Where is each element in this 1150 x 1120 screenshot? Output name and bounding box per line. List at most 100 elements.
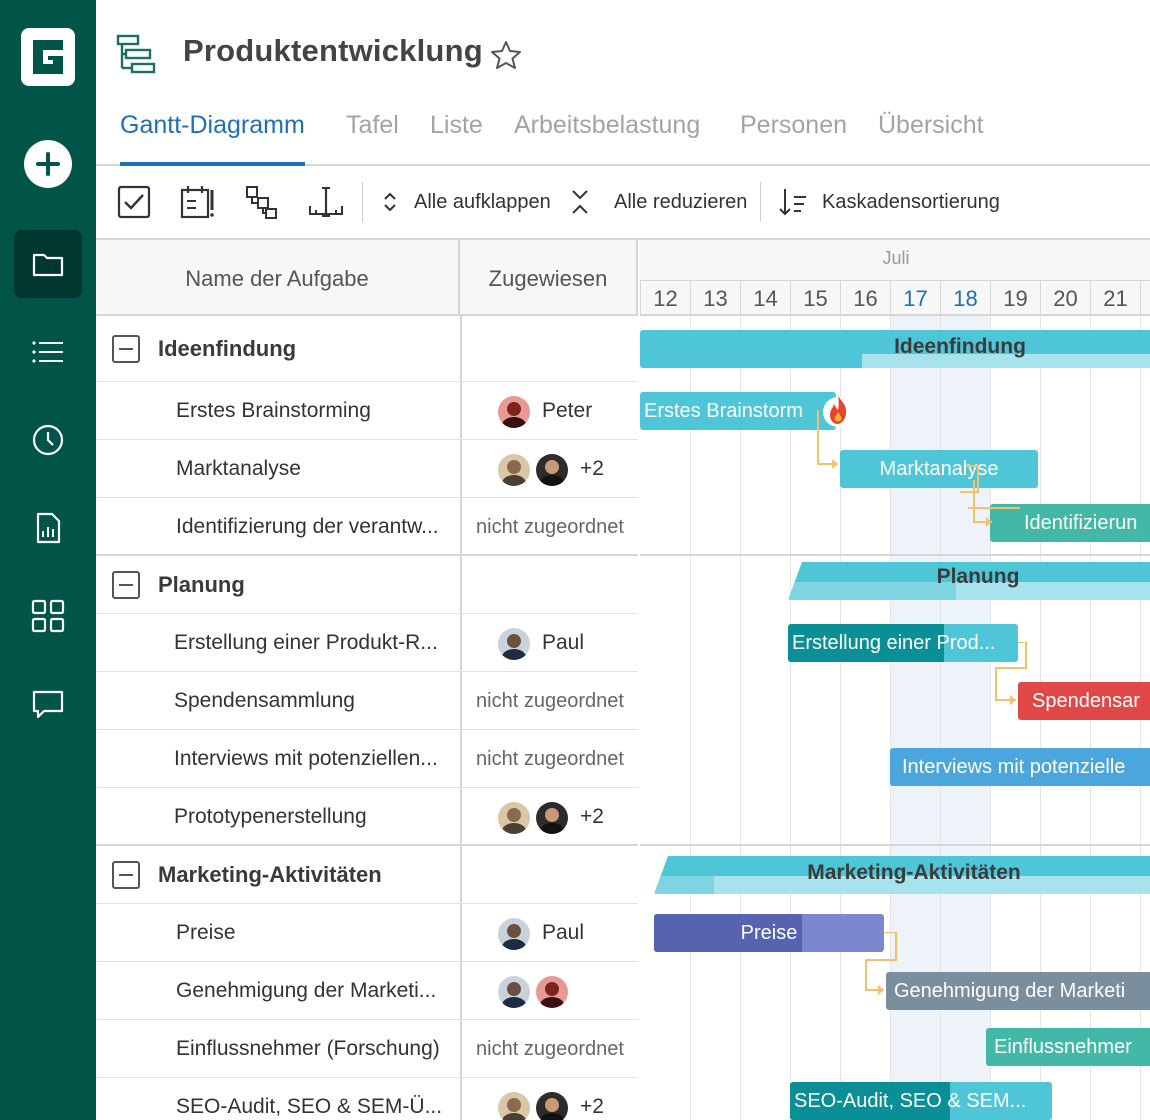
- task-row[interactable]: Erstellung einer Produkt-R... Paul: [96, 614, 638, 672]
- view-tabs: Gantt-Diagramm Tafel Liste Arbeitsbelast…: [96, 108, 1150, 166]
- tab-board[interactable]: Tafel: [346, 108, 399, 164]
- gantt-task-bar[interactable]: Genehmigung der Marketi: [886, 972, 1150, 1010]
- gantt-task-bar[interactable]: Erstellung einer Prod...: [788, 624, 1018, 662]
- task-name[interactable]: Identifizierung der verantw...: [176, 498, 458, 556]
- task-name[interactable]: Prototypenerstellung: [174, 788, 456, 846]
- create-new-button[interactable]: [24, 140, 72, 188]
- group-row[interactable]: Planung: [96, 556, 638, 614]
- clock-icon: [32, 424, 64, 456]
- task-list: Ideenfindung Erstes Brainstorming Peter …: [96, 316, 638, 1120]
- chat-nav[interactable]: [14, 670, 82, 738]
- group-name: Planung: [158, 572, 245, 597]
- collapse-toggle[interactable]: [112, 861, 140, 889]
- favorite-star-icon[interactable]: [490, 40, 522, 70]
- assignee-cell[interactable]: nicht zugeordnet: [462, 498, 638, 556]
- more-assignees-count[interactable]: +2: [580, 805, 604, 829]
- task-row[interactable]: Genehmigung der Marketi...: [96, 962, 638, 1020]
- avatar-body: [502, 939, 526, 950]
- more-assignees-count[interactable]: +2: [580, 1095, 604, 1119]
- tab-workload[interactable]: Arbeitsbelastung: [514, 108, 700, 164]
- task-row[interactable]: Interviews mit potenziellen... nicht zug…: [96, 730, 638, 788]
- more-assignees-count[interactable]: +2: [580, 457, 604, 481]
- task-row[interactable]: Prototypenerstellung +2: [96, 788, 638, 846]
- grid-line: [790, 316, 791, 1120]
- expand-icon[interactable]: [372, 184, 408, 220]
- day-label: 14: [740, 280, 790, 316]
- task-name[interactable]: Erstes Brainstorming: [176, 382, 458, 440]
- checkbox-select-icon[interactable]: [116, 184, 152, 220]
- task-row[interactable]: Preise Paul: [96, 904, 638, 962]
- gantt-task-bar[interactable]: SEO-Audit, SEO & SEM...: [790, 1082, 1052, 1120]
- task-name[interactable]: Genehmigung der Marketi...: [176, 962, 458, 1020]
- task-name[interactable]: Einflussnehmer (Forschung): [176, 1020, 458, 1078]
- task-row[interactable]: Marktanalyse +2: [96, 440, 638, 498]
- assignee-cell[interactable]: nicht zugeordnet: [462, 730, 638, 788]
- column-header-name[interactable]: Name der Aufgabe: [96, 240, 460, 316]
- task-name[interactable]: Spendensammlung: [174, 672, 456, 730]
- critical-path-icon[interactable]: [308, 184, 344, 220]
- task-row[interactable]: Einflussnehmer (Forschung) nicht zugeord…: [96, 1020, 638, 1078]
- column-divider: [460, 316, 462, 381]
- avatar-body: [502, 649, 526, 660]
- tab-gantt[interactable]: Gantt-Diagramm: [120, 108, 305, 166]
- task-name[interactable]: SEO-Audit, SEO & SEM-Ü...: [176, 1078, 458, 1120]
- assignee-cell[interactable]: Paul: [462, 614, 638, 672]
- column-header-name-label: Name der Aufgabe: [185, 266, 369, 291]
- reports-nav[interactable]: [14, 494, 82, 562]
- assignee-name: Peter: [542, 399, 593, 422]
- time-tracking-nav[interactable]: [14, 406, 82, 474]
- gantt-bar-label: Preise: [740, 922, 798, 944]
- gantt-task-bar[interactable]: Preise: [654, 914, 884, 952]
- toolbar-divider: [362, 182, 363, 222]
- collapse-icon[interactable]: [562, 184, 598, 220]
- projects-nav[interactable]: [14, 230, 82, 298]
- cascade-sort-button[interactable]: Kaskadensortierung: [822, 191, 1000, 214]
- task-row[interactable]: Identifizierung der verantw... nicht zug…: [96, 498, 638, 556]
- gantt-group-bar[interactable]: Ideenfindung: [640, 330, 1150, 368]
- toolbar-divider: [760, 182, 761, 222]
- expand-all-button[interactable]: Alle aufklappen: [414, 191, 551, 214]
- tab-people[interactable]: Personen: [740, 108, 847, 164]
- assignee-cell[interactable]: +2: [462, 1078, 638, 1120]
- assignee-cell[interactable]: nicht zugeordnet: [462, 1020, 638, 1078]
- list-nav[interactable]: [14, 318, 82, 386]
- hierarchy-icon[interactable]: [244, 184, 280, 220]
- dashboard-nav[interactable]: [14, 582, 82, 650]
- collapse-toggle[interactable]: [112, 335, 140, 363]
- tab-list[interactable]: Liste: [430, 108, 483, 164]
- gantt-bar-label: Einflussnehmer: [994, 1036, 1132, 1058]
- group-row[interactable]: Marketing-Aktivitäten: [96, 846, 638, 904]
- collapse-toggle[interactable]: [112, 571, 140, 599]
- gantt-grid: Name der Aufgabe Zugewiesen Ideenfindung…: [96, 240, 1150, 1120]
- gantt-group-bar[interactable]: Planung: [788, 562, 1150, 600]
- gantt-group-bar[interactable]: Marketing-Aktivitäten: [654, 856, 1150, 894]
- gantt-task-bar[interactable]: Einflussnehmer: [986, 1028, 1150, 1066]
- gantt-task-bar[interactable]: Erstes Brainstorm: [640, 392, 836, 430]
- sort-icon[interactable]: [776, 184, 812, 220]
- task-name[interactable]: Marktanalyse: [176, 440, 458, 498]
- task-name[interactable]: Interviews mit potenziellen...: [174, 730, 456, 788]
- assignee-cell[interactable]: +2: [462, 440, 638, 498]
- avatar-face: [507, 402, 521, 416]
- column-header-assigned[interactable]: Zugewiesen: [460, 240, 638, 316]
- assignee-cell[interactable]: Peter: [462, 382, 638, 440]
- collapse-all-button[interactable]: Alle reduzieren: [614, 191, 747, 214]
- tab-overview[interactable]: Übersicht: [878, 108, 984, 164]
- avatar: [536, 976, 568, 1008]
- app-logo[interactable]: [21, 28, 75, 86]
- avatar-body: [540, 475, 564, 486]
- assignee-cell[interactable]: nicht zugeordnet: [462, 672, 638, 730]
- task-name[interactable]: Preise: [176, 904, 458, 962]
- gantt-task-bar[interactable]: Interviews mit potenzielle: [890, 748, 1150, 786]
- column-header-assigned-label: Zugewiesen: [488, 266, 608, 291]
- assignee-cell[interactable]: Paul: [462, 904, 638, 962]
- task-row[interactable]: Erstes Brainstorming Peter: [96, 382, 638, 440]
- unassigned-label: nicht zugeordnet: [476, 689, 624, 712]
- task-row[interactable]: Spendensammlung nicht zugeordnet: [96, 672, 638, 730]
- task-row[interactable]: SEO-Audit, SEO & SEM-Ü... +2: [96, 1078, 638, 1120]
- milestone-calendar-icon[interactable]: [180, 184, 216, 220]
- assignee-cell[interactable]: +2: [462, 788, 638, 846]
- task-name[interactable]: Erstellung einer Produkt-R...: [174, 614, 456, 672]
- group-row[interactable]: Ideenfindung: [96, 316, 638, 382]
- assignee-cell[interactable]: [462, 962, 638, 1020]
